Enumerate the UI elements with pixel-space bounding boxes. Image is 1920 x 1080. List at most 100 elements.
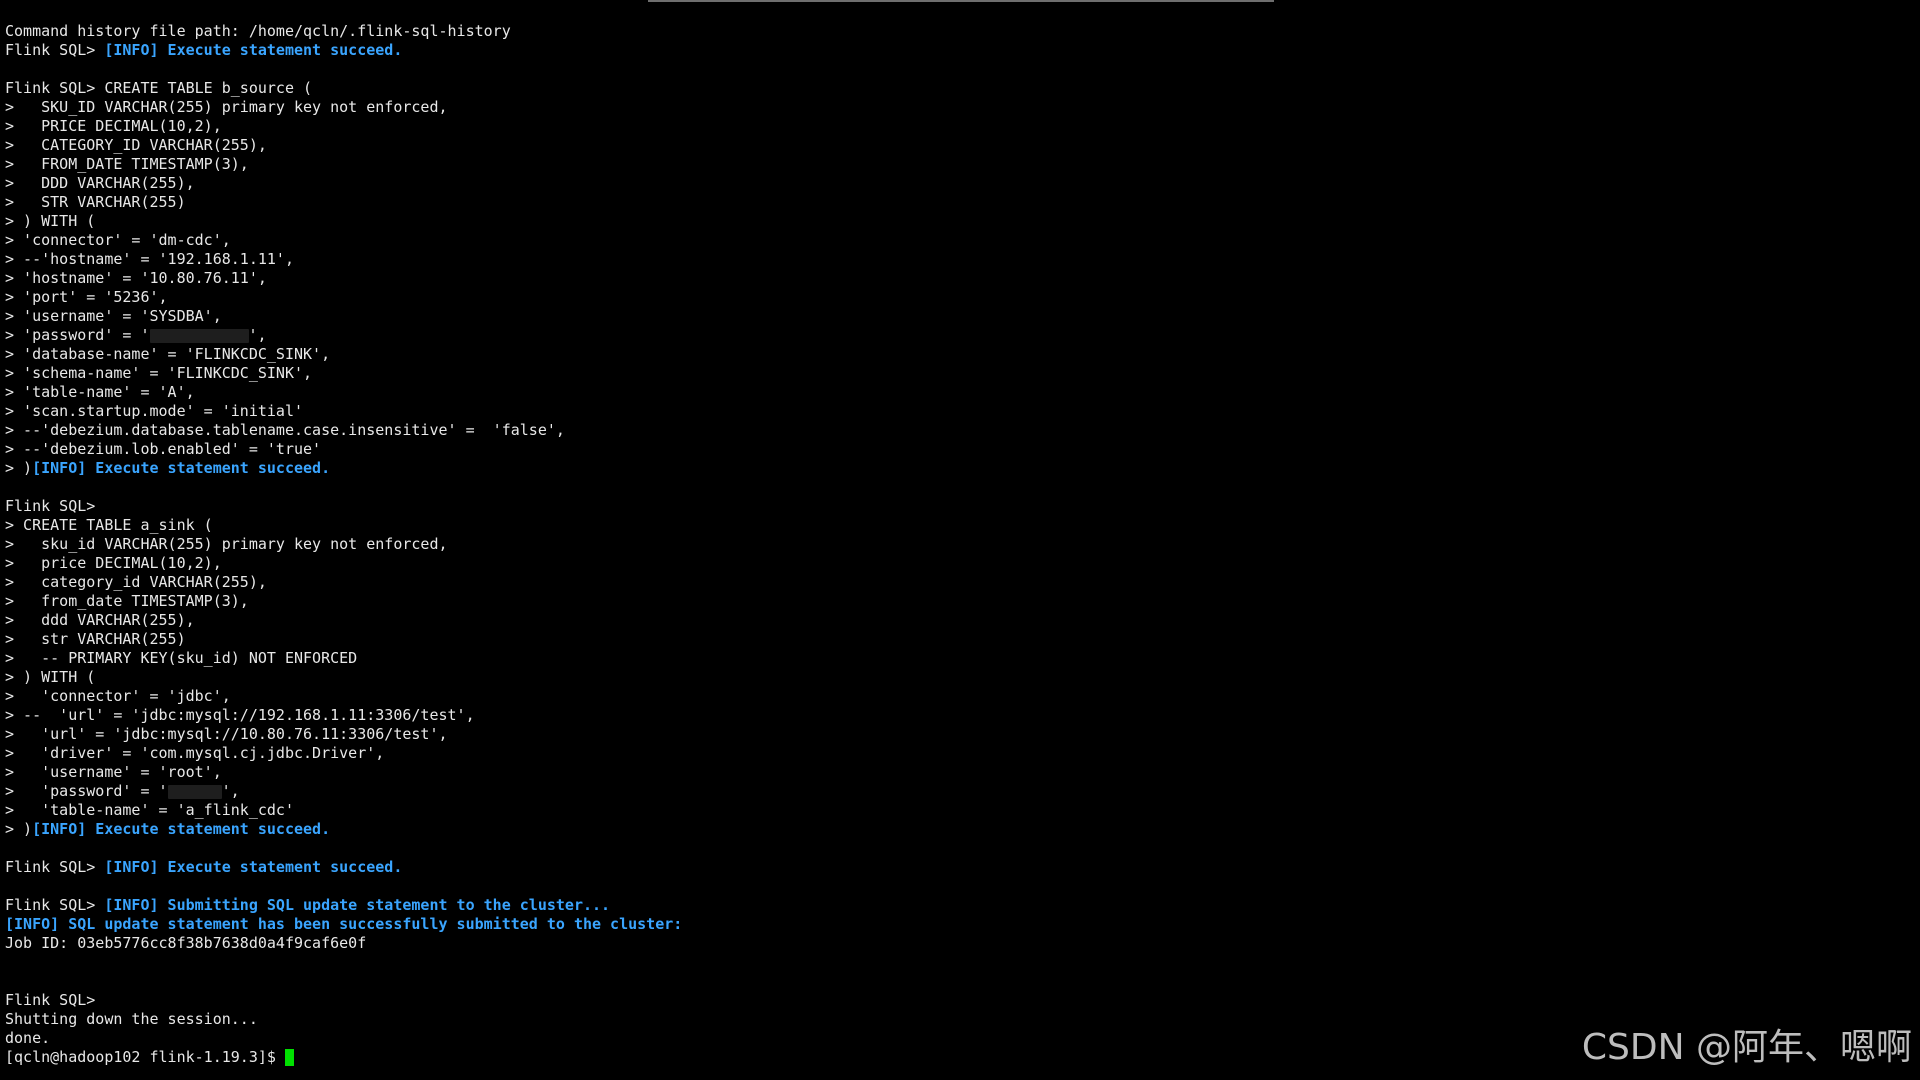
terminal-line: Job ID: 03eb5776cc8f38b7638d0a4f9caf6e0f <box>5 934 682 953</box>
terminal-text: ', <box>248 326 267 344</box>
info-message: [INFO] Submitting SQL update statement t… <box>104 896 611 914</box>
terminal-text: [qcln@hadoop102 flink-1.19.3]$ <box>5 1048 285 1066</box>
terminal-line: > str VARCHAR(255) <box>5 630 682 649</box>
terminal-text: > price DECIMAL(10,2), <box>5 554 222 572</box>
terminal-text: > ) <box>5 459 33 477</box>
terminal-text: > ) WITH ( <box>5 212 96 230</box>
terminal-line: Flink SQL> [INFO] Execute statement succ… <box>5 41 682 60</box>
terminal-text: > CREATE TABLE a_sink ( <box>5 516 213 534</box>
terminal-line: > 'hostname' = '10.80.76.11', <box>5 269 682 288</box>
terminal-text: Shutting down the session... <box>5 1010 258 1028</box>
terminal-line: > 'url' = 'jdbc:mysql://10.80.76.11:3306… <box>5 725 682 744</box>
terminal-line: > 'schema-name' = 'FLINKCDC_SINK', <box>5 364 682 383</box>
terminal-line: Command history file path: /home/qcln/.f… <box>5 22 682 41</box>
terminal-text: > from_date TIMESTAMP(3), <box>5 592 249 610</box>
info-message: [INFO] SQL update statement has been suc… <box>5 915 683 933</box>
terminal-line: > 'username' = 'root', <box>5 763 682 782</box>
terminal-line: > 'port' = '5236', <box>5 288 682 307</box>
terminal-text: > 'hostname' = '10.80.76.11', <box>5 269 267 287</box>
terminal-text: > str VARCHAR(255) <box>5 630 186 648</box>
terminal-text: > 'driver' = 'com.mysql.cj.jdbc.Driver', <box>5 744 385 762</box>
terminal-line: [INFO] SQL update statement has been suc… <box>5 915 682 934</box>
terminal-text: Flink SQL> <box>5 991 96 1009</box>
terminal-text: > ddd VARCHAR(255), <box>5 611 195 629</box>
terminal-line: > ) WITH ( <box>5 668 682 687</box>
terminal-text: > STR VARCHAR(255) <box>5 193 186 211</box>
terminal-line: > 'connector' = 'jdbc', <box>5 687 682 706</box>
terminal-text: Flink SQL> <box>5 41 105 59</box>
terminal-text: > ) WITH ( <box>5 668 96 686</box>
terminal-text: > --'debezium.lob.enabled' = 'true' <box>5 440 322 458</box>
terminal-text: Flink SQL> <box>5 497 96 515</box>
terminal-line: > )[INFO] Execute statement succeed. <box>5 820 682 839</box>
terminal-line: > 'table-name' = 'a_flink_cdc' <box>5 801 682 820</box>
info-message: [INFO] Execute statement succeed. <box>104 41 403 59</box>
terminal-line: > DDD VARCHAR(255), <box>5 174 682 193</box>
terminal-text: done. <box>5 1029 51 1047</box>
terminal-line: > 'username' = 'SYSDBA', <box>5 307 682 326</box>
terminal-line: > )[INFO] Execute statement succeed. <box>5 459 682 478</box>
terminal-text: > 'username' = 'SYSDBA', <box>5 307 222 325</box>
terminal-text: > -- 'url' = 'jdbc:mysql://192.168.1.11:… <box>5 706 475 724</box>
terminal-text: > sku_id VARCHAR(255) primary key not en… <box>5 535 448 553</box>
terminal-line: Flink SQL> [INFO] Execute statement succ… <box>5 858 682 877</box>
terminal-line: > ) WITH ( <box>5 212 682 231</box>
terminal-text: Command history file path: /home/qcln/.f… <box>5 22 511 40</box>
terminal-text: > 'table-name' = 'a_flink_cdc' <box>5 801 294 819</box>
terminal-text: Job ID: 03eb5776cc8f38b7638d0a4f9caf6e0f <box>5 934 367 952</box>
terminal-line: > -- PRIMARY KEY(sku_id) NOT ENFORCED <box>5 649 682 668</box>
terminal-line: Shutting down the session... <box>5 1010 682 1029</box>
terminal-line: > FROM_DATE TIMESTAMP(3), <box>5 155 682 174</box>
terminal-line: > ddd VARCHAR(255), <box>5 611 682 630</box>
terminal-line: > --'debezium.lob.enabled' = 'true' <box>5 440 682 459</box>
terminal-line: Flink SQL> <box>5 497 682 516</box>
terminal-line: > 'driver' = 'com.mysql.cj.jdbc.Driver', <box>5 744 682 763</box>
redacted-password <box>167 784 222 799</box>
terminal-output: Command history file path: /home/qcln/.f… <box>5 22 682 1067</box>
terminal-line: > SKU_ID VARCHAR(255) primary key not en… <box>5 98 682 117</box>
info-message: [INFO] Execute statement succeed. <box>104 858 403 876</box>
terminal-line: > STR VARCHAR(255) <box>5 193 682 212</box>
terminal-line: > 'scan.startup.mode' = 'initial' <box>5 402 682 421</box>
terminal-text: > 'port' = '5236', <box>5 288 168 306</box>
terminal-text: > 'username' = 'root', <box>5 763 222 781</box>
terminal-line: > sku_id VARCHAR(255) primary key not en… <box>5 535 682 554</box>
terminal-text: > CATEGORY_ID VARCHAR(255), <box>5 136 267 154</box>
terminal-text: > 'database-name' = 'FLINKCDC_SINK', <box>5 345 331 363</box>
terminal-line: > CATEGORY_ID VARCHAR(255), <box>5 136 682 155</box>
terminal-text: > 'url' = 'jdbc:mysql://10.80.76.11:3306… <box>5 725 448 743</box>
terminal-line: > price DECIMAL(10,2), <box>5 554 682 573</box>
terminal-text: > 'password' = ' <box>5 326 150 344</box>
terminal-cursor <box>284 1049 294 1066</box>
info-message: [INFO] Execute statement succeed. <box>32 820 331 838</box>
csdn-watermark: CSDN @阿年、嗯啊 <box>1581 1027 1912 1068</box>
window-top-edge <box>648 0 1274 2</box>
terminal-line: > -- 'url' = 'jdbc:mysql://192.168.1.11:… <box>5 706 682 725</box>
terminal-text: Flink SQL> <box>5 858 105 876</box>
redacted-password <box>149 328 249 343</box>
terminal-text: > --'debezium.database.tablename.case.in… <box>5 421 565 439</box>
info-message: [INFO] Execute statement succeed. <box>32 459 331 477</box>
terminal-text: > SKU_ID VARCHAR(255) primary key not en… <box>5 98 448 116</box>
terminal-line: > from_date TIMESTAMP(3), <box>5 592 682 611</box>
terminal-text: ', <box>221 782 240 800</box>
terminal-line: > PRICE DECIMAL(10,2), <box>5 117 682 136</box>
terminal-line: > 'table-name' = 'A', <box>5 383 682 402</box>
terminal-text: > FROM_DATE TIMESTAMP(3), <box>5 155 249 173</box>
terminal-line: Flink SQL> CREATE TABLE b_source ( <box>5 79 682 98</box>
terminal-line: > 'password' = ' ', <box>5 782 682 801</box>
terminal-line: > category_id VARCHAR(255), <box>5 573 682 592</box>
terminal-text: > 'connector' = 'jdbc', <box>5 687 231 705</box>
terminal-text: > -- PRIMARY KEY(sku_id) NOT ENFORCED <box>5 649 358 667</box>
terminal-window[interactable]: Command history file path: /home/qcln/.f… <box>0 0 1920 1080</box>
terminal-text: > 'table-name' = 'A', <box>5 383 195 401</box>
terminal-line: > 'password' = ' ', <box>5 326 682 345</box>
terminal-text: > category_id VARCHAR(255), <box>5 573 267 591</box>
terminal-line: Flink SQL> <box>5 991 682 1010</box>
terminal-line: > 'connector' = 'dm-cdc', <box>5 231 682 250</box>
terminal-text: Flink SQL> CREATE TABLE b_source ( <box>5 79 313 97</box>
